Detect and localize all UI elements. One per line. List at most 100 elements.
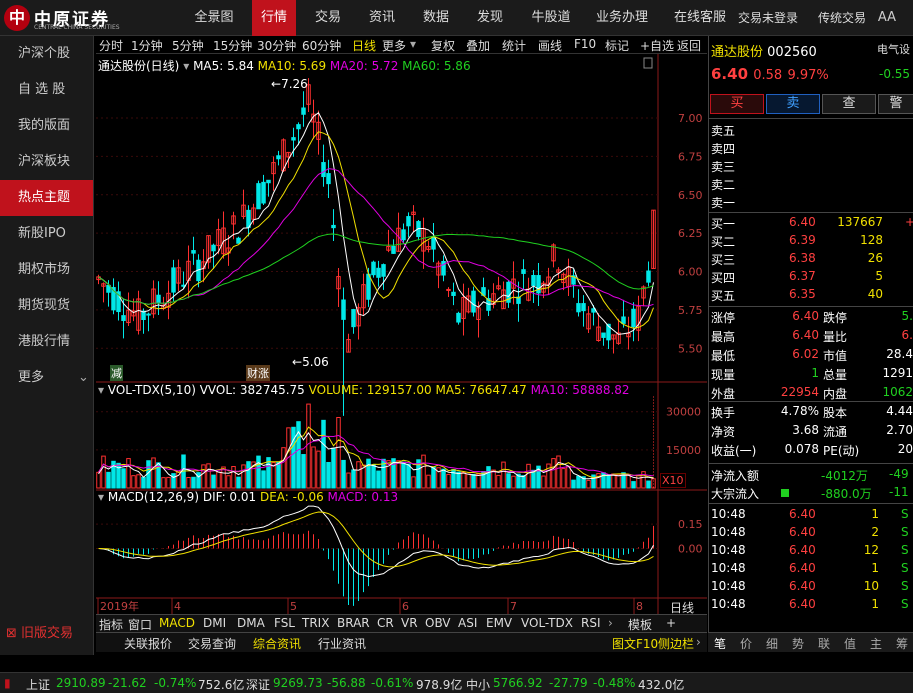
tab-indicator[interactable]: 指标	[99, 616, 123, 633]
nav-trade[interactable]: 交易	[306, 0, 350, 36]
nav-news[interactable]: 资讯	[360, 0, 404, 36]
period-daily[interactable]: 日线	[352, 37, 376, 54]
old-trade-link[interactable]: ⊠ 旧版交易	[6, 622, 73, 641]
sidebar-item-ipo[interactable]: 新股IPO	[0, 216, 93, 252]
tool-restore-rights[interactable]: 复权	[431, 37, 455, 54]
tab-rsi[interactable]: RSI	[581, 616, 601, 630]
nav-panorama[interactable]: 全景图	[186, 0, 242, 36]
nav-data[interactable]: 数据	[414, 0, 458, 36]
footer-sidebar-button[interactable]: 侧边栏	[658, 635, 694, 652]
main-chart-legend: 通达股份(日线) ▾ MA5: 5.84 MA10: 5.69 MA20: 5.…	[98, 57, 471, 74]
chevron-down-icon[interactable]: ▾	[410, 37, 416, 51]
candle-body	[326, 173, 331, 185]
sidebar-item-hot-topics[interactable]: 热点主题	[0, 180, 93, 216]
chevron-down-icon[interactable]: ▾	[183, 59, 189, 73]
tool-overlay[interactable]: 叠加	[466, 37, 490, 54]
nav-business[interactable]: 业务办理	[588, 0, 656, 36]
tool-mark[interactable]: 标记	[605, 37, 629, 54]
sidebar-item-options[interactable]: 期权市场	[0, 252, 93, 288]
tab-add[interactable]: +	[666, 616, 676, 630]
sh-index-label[interactable]: 上证	[26, 676, 50, 693]
chevron-down-icon: ⌄	[78, 370, 89, 385]
finance-marker[interactable]: 财涨	[246, 365, 270, 381]
tab-window[interactable]: 窗口	[128, 616, 152, 633]
tab-chips[interactable]: 筹	[896, 635, 908, 652]
tab-fsl[interactable]: FSL	[274, 616, 295, 630]
period-more[interactable]: 更多	[382, 37, 406, 54]
tab-obv[interactable]: OBV	[425, 616, 451, 630]
chevron-right-icon[interactable]: ›	[608, 616, 613, 630]
tab-price[interactable]: 价	[740, 635, 752, 652]
tab-tick[interactable]: 笔	[714, 635, 726, 652]
tab-cr[interactable]: CR	[377, 616, 394, 630]
candle-body	[456, 312, 461, 323]
add-watchlist-button[interactable]: +自选	[640, 37, 674, 54]
sidebar-item-hk-stocks[interactable]: 港股行情	[0, 324, 93, 360]
period-15min[interactable]: 15分钟	[213, 37, 252, 54]
volume-bar	[606, 474, 611, 489]
period-5min[interactable]: 5分钟	[172, 37, 204, 54]
font-size-button[interactable]: AA	[874, 0, 900, 36]
period-timeshare[interactable]: 分时	[99, 37, 123, 54]
period-30min[interactable]: 30分钟	[257, 37, 296, 54]
chevron-right-icon[interactable]: ›	[696, 635, 701, 649]
sidebar-item-futures[interactable]: 期货现货	[0, 288, 93, 324]
tab-dmi[interactable]: DMI	[203, 616, 226, 630]
tool-statistics[interactable]: 统计	[502, 37, 526, 54]
sell-button[interactable]: 卖	[766, 94, 820, 114]
tab-emv[interactable]: EMV	[486, 616, 512, 630]
traditional-trade-button[interactable]: 传统交易	[812, 0, 872, 36]
tool-draw-line[interactable]: 画线	[538, 37, 562, 54]
footer-general-news[interactable]: 综合资讯	[253, 635, 301, 652]
query-button[interactable]: 查	[822, 94, 876, 114]
sector-label[interactable]: 电气设	[877, 41, 910, 57]
footer-trade-query[interactable]: 交易查询	[188, 635, 236, 652]
chevron-down-icon[interactable]: ▾	[98, 383, 104, 397]
buy-button[interactable]: 买	[710, 94, 764, 114]
kline-chart[interactable]: 7.00 6.75 6.50 6.25 6.00 5.75 5.50 30000 15000 0.…	[96, 54, 707, 614]
tab-related[interactable]: 联	[818, 635, 830, 652]
tab-trix[interactable]: TRIX	[302, 616, 329, 630]
tab-dma[interactable]: DMA	[237, 616, 265, 630]
tab-asi[interactable]: ASI	[458, 616, 477, 630]
footer-f10-button[interactable]: 图文F10	[612, 635, 658, 652]
sidebar-item-my-layout[interactable]: 我的版面	[0, 108, 93, 144]
nav-customer-service[interactable]: 在线客服	[666, 0, 734, 36]
sidebar-item-sh-sz-stocks[interactable]: 沪深个股	[0, 36, 93, 72]
volume-bar	[631, 481, 636, 489]
sidebar-item-more[interactable]: 更多 ⌄	[0, 360, 93, 396]
tab-brar[interactable]: BRAR	[337, 616, 370, 630]
sidebar-item-watchlist[interactable]: 自 选 股	[0, 72, 93, 108]
nav-bull-stock[interactable]: 牛股道	[522, 0, 580, 36]
tab-template[interactable]: 模板	[628, 616, 652, 633]
tab-macd[interactable]: MACD	[159, 616, 195, 630]
candle-body	[341, 299, 346, 320]
alert-button[interactable]: 警	[878, 94, 913, 114]
candle-body	[581, 303, 586, 312]
zx-index-label[interactable]: 中小	[466, 676, 490, 693]
stat-value: 28.4	[886, 347, 913, 361]
tab-value[interactable]: 值	[844, 635, 856, 652]
tab-trend[interactable]: 势	[792, 635, 804, 652]
tab-main[interactable]: 主	[870, 635, 882, 652]
tab-vr[interactable]: VR	[401, 616, 418, 630]
sidebar-item-sectors[interactable]: 沪深板块	[0, 144, 93, 180]
nav-discover[interactable]: 发现	[468, 0, 512, 36]
period-1min[interactable]: 1分钟	[131, 37, 163, 54]
login-status[interactable]: 交易未登录	[732, 0, 804, 36]
tab-vol-tdx[interactable]: VOL-TDX	[521, 616, 573, 630]
sz-index-label[interactable]: 深证	[246, 676, 270, 693]
volume-bar	[331, 447, 336, 489]
tab-detail[interactable]: 细	[766, 635, 778, 652]
reduction-marker[interactable]: 减	[110, 365, 123, 381]
divider	[709, 503, 913, 504]
tool-f10[interactable]: F10	[574, 37, 596, 51]
footer-related-quotes[interactable]: 关联报价	[124, 635, 172, 652]
tick-price: 6.40	[789, 597, 816, 611]
back-button[interactable]: 返回	[677, 37, 701, 54]
footer-industry-news[interactable]: 行业资讯	[318, 635, 366, 652]
candle-body	[266, 179, 271, 184]
period-60min[interactable]: 60分钟	[302, 37, 341, 54]
chevron-down-icon[interactable]: ▾	[98, 490, 104, 504]
nav-market[interactable]: 行情	[252, 0, 296, 36]
